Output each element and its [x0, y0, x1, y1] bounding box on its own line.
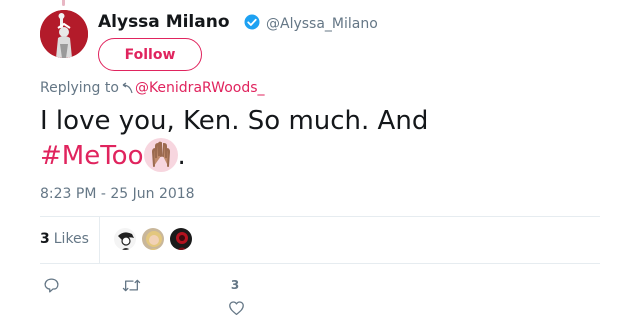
replying-to-line: Replying to @KenidraRWoods_ [40, 80, 265, 96]
reply-arrow-icon [122, 82, 133, 94]
tweet-text: I love you, Ken. So much. And #MeToo . [40, 104, 600, 173]
liker-avatar-1[interactable] [113, 227, 137, 251]
reply-icon [43, 277, 59, 293]
retweet-button[interactable] [121, 276, 141, 294]
replying-to-label: Replying to [40, 80, 119, 96]
replying-to-handle-link[interactable]: @KenidraRWoods_ [135, 80, 265, 96]
liker-avatar-2[interactable] [141, 227, 165, 251]
likes-label: Likes [53, 231, 89, 247]
retweet-icon [122, 279, 140, 291]
tweet-text-body: I love you, Ken. So much. And [40, 106, 429, 136]
raised-hands-emoji-icon [143, 138, 178, 172]
author-handle[interactable]: @Alyssa_Milano [266, 16, 378, 32]
like-action-count: 3 [230, 278, 240, 292]
stats-separator [99, 216, 100, 263]
likes-count: 3 [40, 231, 50, 247]
like-button[interactable] [227, 299, 245, 317]
person-sketch-avatar-icon [114, 228, 136, 250]
thread-connector-line [62, 0, 65, 6]
red-floral-avatar-icon [170, 228, 192, 250]
verified-badge-icon [244, 14, 260, 30]
liker-avatar-3[interactable] [169, 227, 193, 251]
author-name[interactable]: Alyssa Milano [98, 12, 230, 32]
likes-stat[interactable]: 3 Likes [40, 231, 89, 247]
stats-top-divider [40, 216, 600, 217]
reply-button[interactable] [42, 276, 60, 294]
follow-button[interactable]: Follow [98, 38, 202, 71]
author-avatar[interactable] [40, 10, 88, 58]
actions-top-divider [40, 263, 600, 264]
blonde-woman-avatar-icon [142, 228, 164, 250]
statue-of-liberty-avatar-icon [40, 10, 88, 58]
metoo-hashtag-link[interactable]: #MeToo [40, 141, 144, 171]
tweet-timestamp[interactable]: 8:23 PM - 25 Jun 2018 [40, 186, 195, 202]
heart-icon [228, 301, 244, 316]
tweet-trailing-period: . [177, 141, 186, 171]
